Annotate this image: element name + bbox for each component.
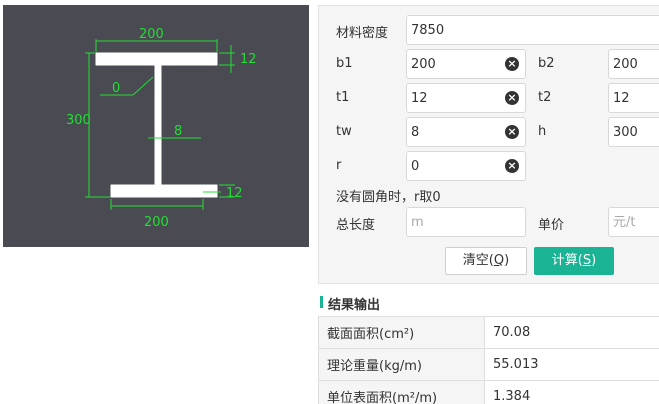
- dim-top-width: 200: [139, 27, 164, 42]
- r-clear-icon[interactable]: ×: [505, 159, 519, 173]
- t2-input[interactable]: [609, 84, 659, 112]
- h-field[interactable]: [608, 117, 659, 147]
- radius-hint: 没有圆角时，r取0: [336, 190, 441, 205]
- section-diagram: 200 12 300 0 8 12 200: [3, 5, 309, 247]
- length-field[interactable]: [406, 207, 526, 237]
- clear-button-text: 清空(: [462, 253, 494, 268]
- calc-button-text: 计算(: [551, 253, 583, 268]
- dim-top-flange-thickness: 12: [240, 52, 257, 67]
- length-input[interactable]: [407, 208, 525, 236]
- b1-label: b1: [336, 56, 353, 71]
- results-table: 截面面积(cm²) 70.08 理论重量(kg/m) 55.013 单位表面积(…: [318, 316, 659, 404]
- dim-web-thickness: 8: [174, 124, 182, 139]
- tw-field[interactable]: ×: [406, 117, 526, 147]
- price-field[interactable]: [608, 207, 659, 237]
- h-label: h: [538, 124, 547, 139]
- t2-field[interactable]: [608, 83, 659, 113]
- t1-field[interactable]: ×: [406, 83, 526, 113]
- table-row: 截面面积(cm²) 70.08: [318, 316, 659, 349]
- calc-button-close: ): [591, 253, 597, 268]
- length-label: 总长度: [336, 218, 376, 233]
- result-value: 1.384: [484, 380, 659, 404]
- b2-input[interactable]: [609, 50, 659, 78]
- results-title: 结果输出: [320, 294, 380, 313]
- clear-button-close: ): [504, 253, 510, 268]
- calculate-button[interactable]: 计算(S): [534, 247, 614, 275]
- dim-radius: 0: [112, 81, 120, 96]
- result-key: 单位表面积(m²/m): [318, 380, 485, 404]
- result-value: 70.08: [484, 316, 659, 349]
- b1-field[interactable]: ×: [406, 49, 526, 79]
- i-beam-shape: [95, 52, 218, 198]
- r-field[interactable]: ×: [406, 151, 526, 181]
- b2-label: b2: [538, 56, 555, 71]
- clear-button[interactable]: 清空(Q): [445, 247, 527, 275]
- density-field[interactable]: [406, 15, 659, 45]
- i-beam-drawing: 200 12 300 0 8 12 200: [66, 27, 257, 230]
- calc-button-key: S: [582, 253, 592, 268]
- t1-clear-icon[interactable]: ×: [505, 91, 519, 105]
- result-key: 截面面积(cm²): [318, 316, 485, 349]
- price-input[interactable]: [609, 208, 659, 236]
- result-key: 理论重量(kg/m): [318, 348, 485, 381]
- price-label: 单价: [538, 218, 565, 233]
- table-row: 理论重量(kg/m) 55.013: [318, 348, 659, 381]
- b1-clear-icon[interactable]: ×: [505, 57, 519, 71]
- dim-bottom-width: 200: [144, 215, 169, 230]
- t1-label: t1: [336, 90, 350, 105]
- dim-height: 300: [66, 113, 91, 128]
- dim-bottom-flange-thickness: 12: [226, 186, 243, 201]
- input-form: 材料密度 b1 × b2 t1 × t2 tw × h r × 没有圆角时，r取…: [318, 5, 659, 284]
- density-input[interactable]: [407, 16, 659, 44]
- r-label: r: [336, 158, 342, 173]
- result-value: 55.013: [484, 348, 659, 381]
- h-input[interactable]: [609, 118, 659, 146]
- t2-label: t2: [538, 90, 552, 105]
- tw-clear-icon[interactable]: ×: [505, 125, 519, 139]
- table-row: 单位表面积(m²/m) 1.384: [318, 380, 659, 404]
- density-label: 材料密度: [336, 26, 389, 41]
- tw-label: tw: [336, 124, 352, 139]
- clear-button-key: Q: [493, 253, 505, 268]
- b2-field[interactable]: [608, 49, 659, 79]
